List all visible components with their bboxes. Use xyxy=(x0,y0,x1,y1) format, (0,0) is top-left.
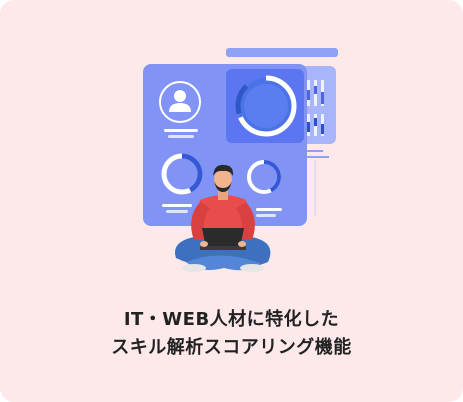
profile-line xyxy=(168,135,194,138)
panel-header-bar xyxy=(226,48,338,57)
feature-caption: IT・WEB人材に特化した スキル解析スコアリング機能 xyxy=(0,306,463,362)
skill-analysis-illustration xyxy=(143,48,338,272)
panel-side-line xyxy=(307,150,323,152)
donut-chart-icon xyxy=(235,75,297,137)
chart-caption-line xyxy=(256,208,282,211)
caption-line-2: スキル解析スコアリング機能 xyxy=(111,337,352,358)
chart-caption-line xyxy=(256,214,276,217)
caption-line-1: IT・WEB人材に特化した xyxy=(123,309,340,330)
feature-card: IT・WEB人材に特化した スキル解析スコアリング機能 xyxy=(0,0,463,402)
chart-caption-line xyxy=(166,210,188,213)
chart-caption-line xyxy=(162,204,192,207)
panel-side-line xyxy=(307,156,329,158)
profile-line xyxy=(164,129,198,132)
